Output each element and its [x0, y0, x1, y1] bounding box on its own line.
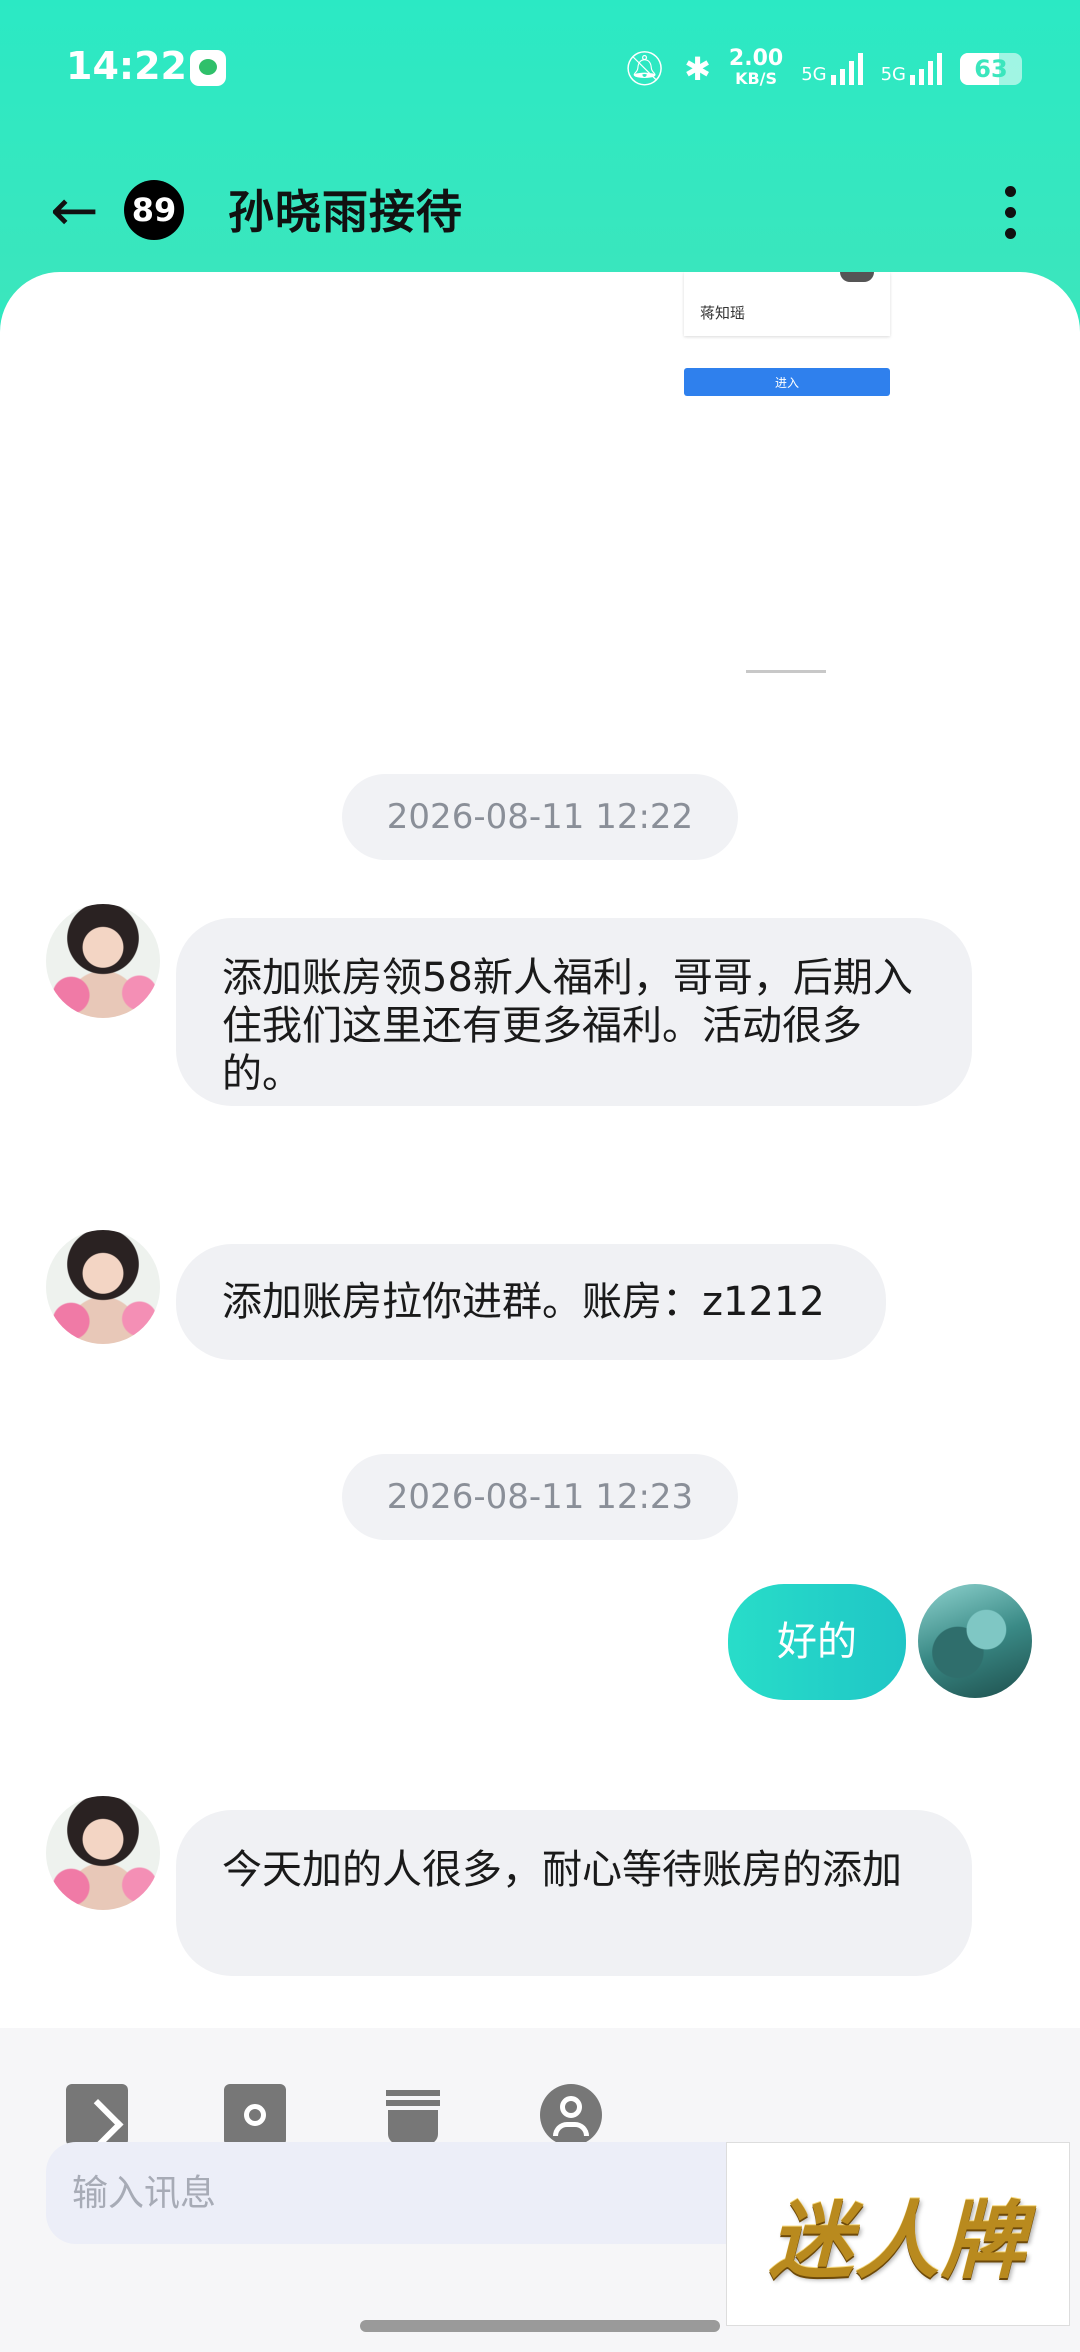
- image-icon[interactable]: [66, 2084, 128, 2146]
- incoming-message[interactable]: 添加账房领58新人福利，哥哥，后期入住我们这里还有更多福利。活动很多的。: [176, 918, 972, 1106]
- home-indicator[interactable]: [360, 2320, 720, 2332]
- sim1-label: 5G: [801, 64, 827, 85]
- message-app-icon: [190, 50, 226, 86]
- signal-bars-icon: [910, 53, 942, 85]
- timestamp: 2026-08-11 12:22: [342, 774, 738, 860]
- shared-card-fragment[interactable]: 蒋知瑶: [684, 272, 890, 336]
- card-enter-button[interactable]: 进入: [684, 368, 890, 396]
- unread-count-badge: 89: [124, 180, 184, 240]
- signal-sim2: 5G: [881, 53, 942, 85]
- timestamp: 2026-08-11 12:23: [342, 1454, 738, 1540]
- battery-level: 63: [974, 55, 1008, 83]
- signal-sim1: 5G: [801, 53, 863, 85]
- chat-title: 孙晓雨接待: [228, 185, 463, 239]
- contact-avatar[interactable]: [46, 904, 160, 1018]
- sim2-label: 5G: [880, 64, 906, 85]
- contact-avatar[interactable]: [46, 1796, 160, 1910]
- status-right-icons: 🔕︎ ✱ 2.00 KB/S 5G 5G 63: [623, 44, 1022, 94]
- incoming-message[interactable]: 今天加的人很多，耐心等待账房的添加: [176, 1810, 972, 1976]
- status-time: 14:22: [66, 44, 187, 88]
- battery-icon: 63: [960, 53, 1022, 85]
- watermark-logo-text: 迷人牌: [768, 2191, 1027, 2290]
- top-bar: 14:22 🔕︎ ✱ 2.00 KB/S 5G 5G 63 ← 89 孙晓雨接待: [0, 0, 1080, 300]
- signal-bars-icon: [830, 53, 863, 85]
- status-bar: 14:22 🔕︎ ✱ 2.00 KB/S 5G 5G 63: [0, 38, 1080, 98]
- trash-icon[interactable]: [382, 2084, 444, 2146]
- outgoing-message[interactable]: 好的: [728, 1584, 906, 1700]
- contact-avatar[interactable]: [46, 1230, 160, 1344]
- incoming-message[interactable]: 添加账房拉你进群。账房：z1212: [176, 1244, 886, 1360]
- card-name: 蒋知瑶: [700, 304, 746, 322]
- card-divider: [746, 670, 826, 673]
- watermark-logo: 迷人牌: [726, 2142, 1070, 2326]
- card-avatar: [840, 272, 874, 282]
- arrow-left-icon[interactable]: ←: [50, 170, 110, 250]
- network-speed: 2.00 KB/S: [728, 46, 784, 89]
- contact-icon[interactable]: [540, 2084, 602, 2146]
- message-input[interactable]: [46, 2142, 786, 2244]
- more-vertical-icon[interactable]: [990, 172, 1030, 252]
- network-speed-unit: KB/S: [735, 69, 778, 88]
- my-avatar[interactable]: [918, 1584, 1032, 1698]
- network-speed-value: 2.00: [728, 46, 784, 71]
- chat-header: ← 89 孙晓雨接待: [0, 160, 1080, 270]
- chat-area[interactable]: 蒋知瑶 进入 2026-08-11 12:22 添加账房领58新人福利，哥哥，后…: [0, 272, 1080, 2028]
- camera-icon[interactable]: [224, 2084, 286, 2146]
- bell-muted-icon: 🔕︎: [622, 49, 667, 89]
- bluetooth-icon: ✱: [684, 50, 711, 88]
